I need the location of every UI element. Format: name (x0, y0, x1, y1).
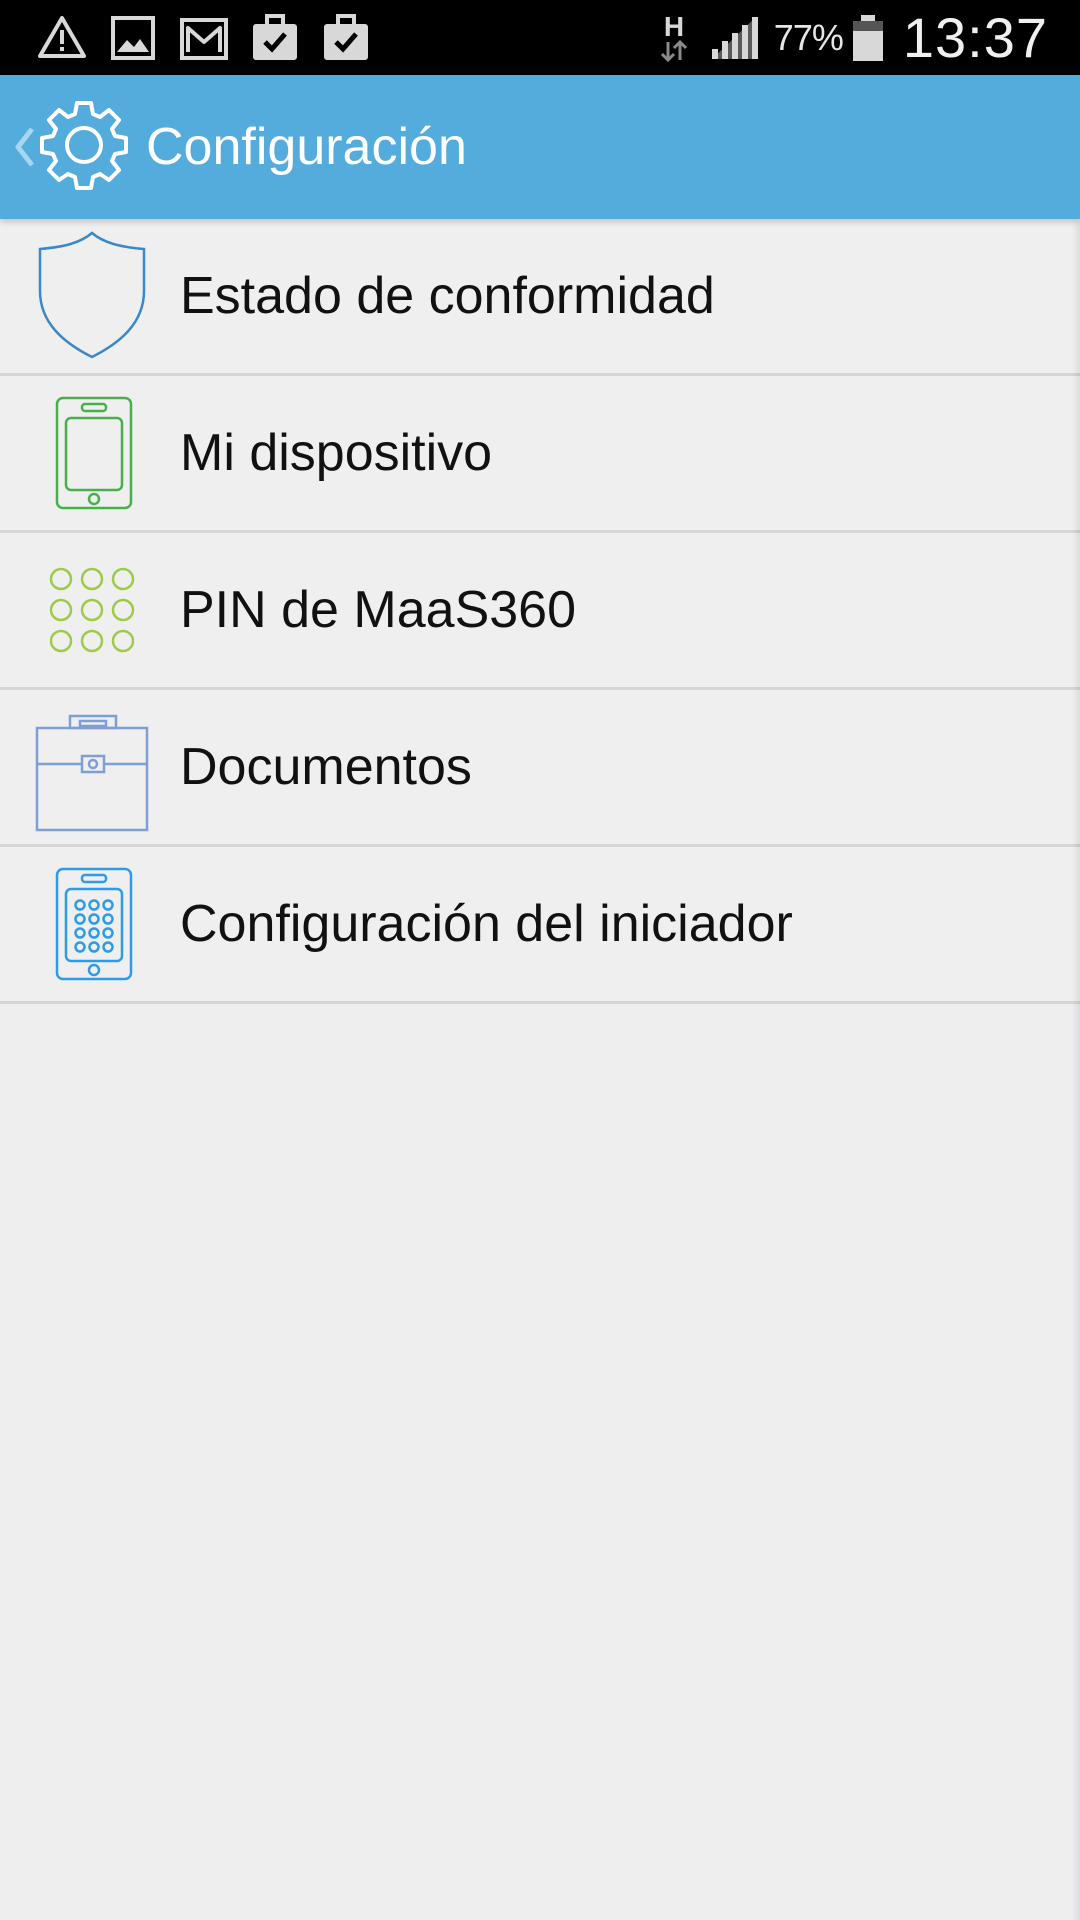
menu-item-launcher-settings[interactable]: Configuración del iniciador (0, 847, 1080, 1004)
menu-item-label: Configuración del iniciador (180, 895, 793, 953)
gear-icon (40, 101, 128, 190)
signal-icon (711, 16, 758, 59)
shield-icon (38, 231, 146, 359)
briefcase-check-icon (324, 14, 368, 60)
page-title: Configuración (146, 118, 467, 176)
briefcase-check-icon (253, 14, 297, 60)
menu-item-label: PIN de MaaS360 (180, 581, 577, 639)
menu-item-label: Estado de conformidad (180, 267, 715, 325)
battery-icon (852, 14, 883, 61)
briefcase-icon (35, 714, 149, 832)
app-bar: Configuración (0, 75, 1080, 219)
warning-icon (38, 16, 86, 58)
image-icon (111, 16, 155, 60)
back-button[interactable] (0, 75, 140, 219)
network-type-icon: H (660, 11, 687, 62)
menu-item-maas360-pin[interactable]: PIN de MaaS360 (0, 533, 1080, 690)
smartphone-icon (55, 396, 133, 510)
pin-keypad-icon (49, 567, 135, 653)
menu-item-label: Mi dispositivo (180, 424, 493, 482)
status-bar: H 77% 13:37 (0, 0, 1080, 75)
chevron-left-icon (15, 127, 34, 167)
system-indicators: H 77% 13:37 (654, 0, 1080, 75)
menu-item-documents[interactable]: Documentos (0, 690, 1080, 847)
clock: 13:37 (902, 6, 1048, 69)
network-type: H (664, 11, 684, 42)
menu-item-compliance-status[interactable]: Estado de conformidad (0, 219, 1080, 376)
gmail-icon (180, 18, 228, 60)
menu-item-my-device[interactable]: Mi dispositivo (0, 376, 1080, 533)
phone-keypad-icon (55, 867, 133, 981)
settings-menu: Estado de conformidad Mi dispositivo PIN… (0, 219, 1080, 1004)
battery-percent: 77% (773, 16, 844, 58)
menu-item-label: Documentos (180, 738, 472, 796)
notification-icons (36, 12, 391, 64)
